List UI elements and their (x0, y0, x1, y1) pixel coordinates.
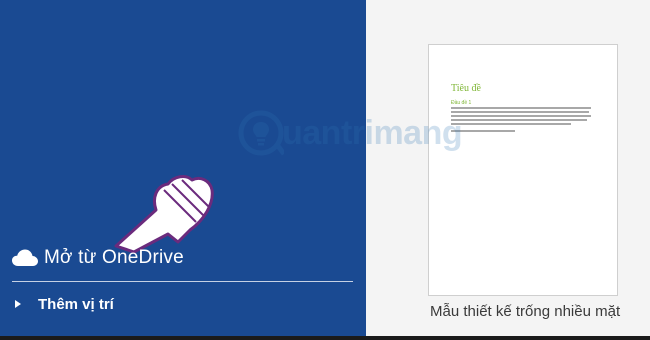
template-thumbnail[interactable]: Tiêu đề Đầu đề 1 (428, 44, 618, 296)
doc-preview-line (451, 111, 589, 113)
doc-preview-line (451, 107, 591, 109)
open-locations-panel: Mở từ OneDrive Thêm vị trí (0, 0, 366, 340)
doc-preview-title: Tiêu đề (451, 83, 481, 94)
open-from-onedrive-button[interactable]: Mở từ OneDrive (12, 244, 184, 272)
doc-preview-line (451, 123, 571, 125)
divider (12, 281, 353, 282)
template-caption: Mẫu thiết kế trống nhiều mặt (430, 303, 621, 320)
doc-preview-line (451, 115, 591, 117)
hand-pointer-icon (114, 175, 214, 254)
add-place-button[interactable]: Thêm vị trí (14, 293, 114, 315)
doc-preview-line (451, 130, 515, 132)
bottom-edge (0, 336, 650, 340)
cloud-icon (12, 249, 38, 266)
onedrive-label: Mở từ OneDrive (44, 247, 184, 268)
add-place-label: Thêm vị trí (38, 295, 114, 313)
triangle-right-icon (15, 300, 21, 308)
doc-preview-line (451, 119, 587, 121)
doc-preview-heading: Đầu đề 1 (451, 100, 472, 106)
